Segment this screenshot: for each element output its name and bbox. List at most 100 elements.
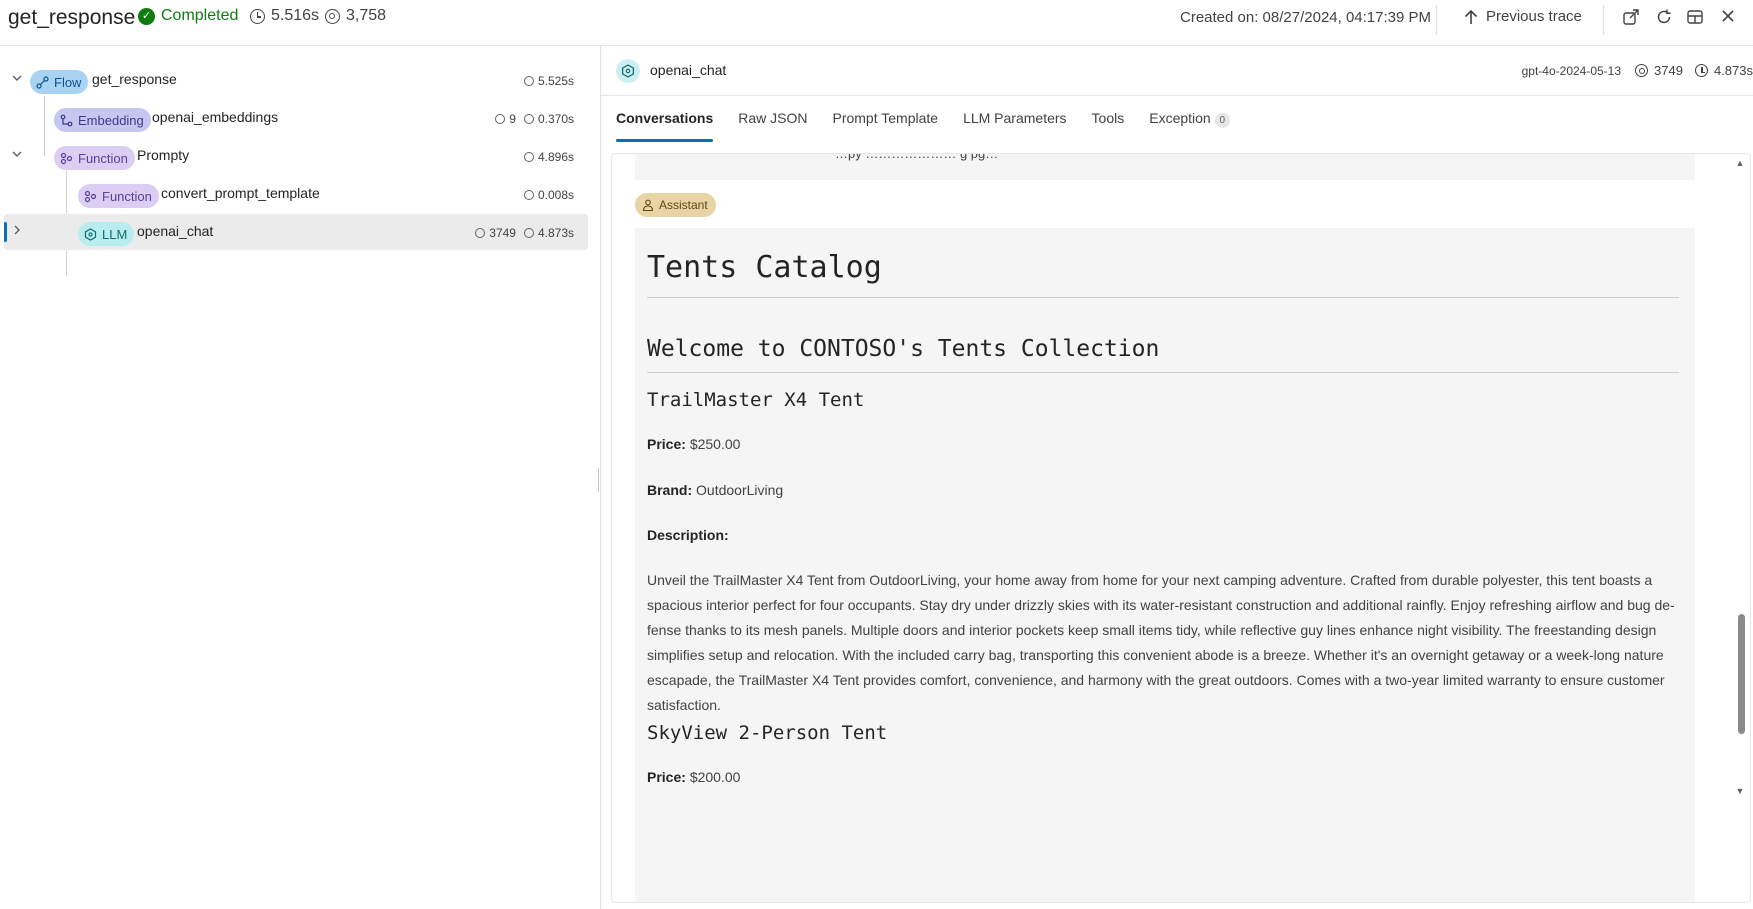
node-metrics: 9 0.370s (495, 112, 574, 126)
duration-metric: 5.516s (250, 7, 319, 25)
tree-node-get-response[interactable]: Flow get_response 5.525s (0, 62, 588, 98)
duration-value: 5.516s (271, 7, 320, 24)
tree-node-convert-prompt-template[interactable]: Function convert_prompt_template 0.008s (0, 176, 588, 212)
llm-badge: LLM (78, 222, 135, 246)
chevron-right-icon[interactable] (10, 224, 24, 238)
product-title: SkyView 2-Person Tent (647, 722, 888, 744)
description-label: Description: (647, 527, 729, 543)
chevron-down-icon[interactable] (10, 148, 24, 162)
clock-icon (523, 228, 534, 238)
previous-trace-label: Previous trace (1486, 8, 1582, 25)
price-value: $250.00 (689, 436, 741, 452)
product-title: TrailMaster X4 Tent (647, 389, 865, 411)
product-description: Unveil the TrailMaster X4 Tent from Outd… (647, 572, 1675, 713)
node-duration: 4.873s (537, 226, 574, 240)
close-icon[interactable] (1718, 8, 1738, 28)
check-circle-icon: ✓ (138, 7, 155, 25)
token-icon (1635, 64, 1649, 77)
span-duration: 4.873s (1713, 63, 1753, 78)
tokens-metric: 3,758 (325, 7, 386, 25)
tab-prompt-template[interactable]: Prompt Template (832, 110, 938, 142)
trace-title: get_response (8, 6, 136, 29)
tree-node-openai-embeddings[interactable]: Embedding openai_embeddings 9 0.370s (0, 100, 588, 136)
previous-trace-button[interactable]: Previous trace (1464, 8, 1582, 25)
layout-icon[interactable] (1685, 8, 1705, 28)
share-icon[interactable] (1621, 8, 1641, 28)
llm-icon (616, 59, 640, 83)
node-name: openai_chat (137, 223, 214, 239)
model-name: gpt-4o-2024-05-13 (1521, 63, 1622, 78)
product-brand: Brand: OutdoorLiving (647, 478, 1679, 503)
node-kind-label: Function (78, 150, 128, 166)
function-badge: Function (54, 146, 135, 170)
token-icon (475, 228, 486, 238)
tree-node-openai-chat[interactable]: LLM openai_chat 3749 4.873s (4, 214, 588, 250)
node-tokens: 3749 (489, 226, 516, 240)
exception-count-badge: 0 (1214, 113, 1230, 128)
tab-raw-json[interactable]: Raw JSON (738, 110, 807, 142)
product-description-label: Description: (647, 523, 1679, 548)
clock-icon (523, 114, 534, 124)
embedding-icon (60, 114, 73, 126)
node-duration: 4.896s (537, 150, 574, 164)
flow-badge: Flow (30, 70, 89, 94)
selection-indicator (4, 222, 7, 242)
node-name: convert_prompt_template (161, 185, 320, 201)
span-tokens: 3749 (1654, 63, 1683, 78)
detail-tabs: Conversations Raw JSON Prompt Template L… (616, 110, 1255, 142)
node-metrics: 3749 4.873s (475, 226, 574, 240)
tokens-value: 3,758 (346, 7, 387, 24)
scroll-down-arrow[interactable]: ▼ (1734, 786, 1746, 796)
clock-icon (523, 152, 534, 162)
previous-message: …py ………………… g pg… (635, 154, 1695, 180)
message-heading-1: Tents Catalog (647, 250, 1679, 298)
clock-icon (523, 76, 534, 86)
brand-label: Brand: (647, 482, 693, 498)
node-metrics: 5.525s (523, 74, 574, 88)
scroll-up-arrow[interactable]: ▲ (1734, 158, 1746, 168)
trace-tree-panel: Flow get_response 5.525s Embedding opena… (0, 46, 600, 909)
embedding-badge: Embedding (54, 108, 151, 132)
node-duration: 5.525s (537, 74, 574, 88)
price-label: Price: (647, 769, 686, 785)
tab-conversations[interactable]: Conversations (616, 110, 714, 142)
clock-icon (1694, 64, 1708, 77)
span-metrics: gpt-4o-2024-05-13 3749 4.873s (1522, 63, 1753, 78)
conversation-view[interactable]: …py ………………… g pg… Assistant Tents Catalo… (611, 153, 1751, 903)
function-icon (60, 152, 73, 164)
product-price: Price: $250.00 (647, 432, 1679, 457)
tab-exception-label: Exception (1149, 110, 1211, 126)
chevron-down-icon[interactable] (10, 72, 24, 86)
node-name: openai_embeddings (152, 109, 279, 125)
tab-tools[interactable]: Tools (1092, 110, 1125, 142)
node-name: get_response (92, 71, 177, 87)
status-label: Completed (161, 7, 239, 24)
arrow-up-icon (1464, 9, 1478, 24)
clock-icon (250, 8, 265, 24)
message-heading-2: Welcome to CONTOSO's Tents Collection (647, 336, 1679, 373)
refresh-icon[interactable] (1654, 8, 1674, 28)
node-duration: 0.370s (537, 112, 574, 126)
top-bar: get_response ✓ Completed 5.516s 3,758 Cr… (0, 0, 1753, 46)
node-kind-label: Flow (54, 74, 82, 90)
tab-exception[interactable]: Exception 0 (1149, 110, 1230, 142)
tree-node-prompty[interactable]: Function Prompty 4.896s (0, 138, 588, 174)
previous-message-text: …py ………………… g pg… (835, 153, 999, 161)
assistant-role-badge: Assistant (635, 193, 716, 217)
scrollbar-thumb[interactable] (1738, 614, 1745, 734)
function-icon (84, 190, 97, 202)
flow-icon (36, 75, 49, 89)
tab-llm-parameters[interactable]: LLM Parameters (963, 110, 1066, 142)
brand-value: OutdoorLiving (696, 482, 784, 498)
divider (1436, 5, 1437, 35)
divider (1603, 5, 1604, 35)
node-kind-label: LLM (102, 226, 128, 242)
span-name: openai_chat (650, 62, 727, 78)
detail-header: openai_chat gpt-4o-2024-05-13 3749 4.873… (601, 46, 1753, 96)
token-icon (495, 114, 506, 124)
person-icon (642, 199, 654, 211)
price-value: $200.00 (689, 769, 741, 785)
product-price: Price: $200.00 (647, 765, 1679, 790)
node-metrics: 4.896s (523, 150, 574, 164)
node-kind-label: Function (102, 188, 152, 204)
